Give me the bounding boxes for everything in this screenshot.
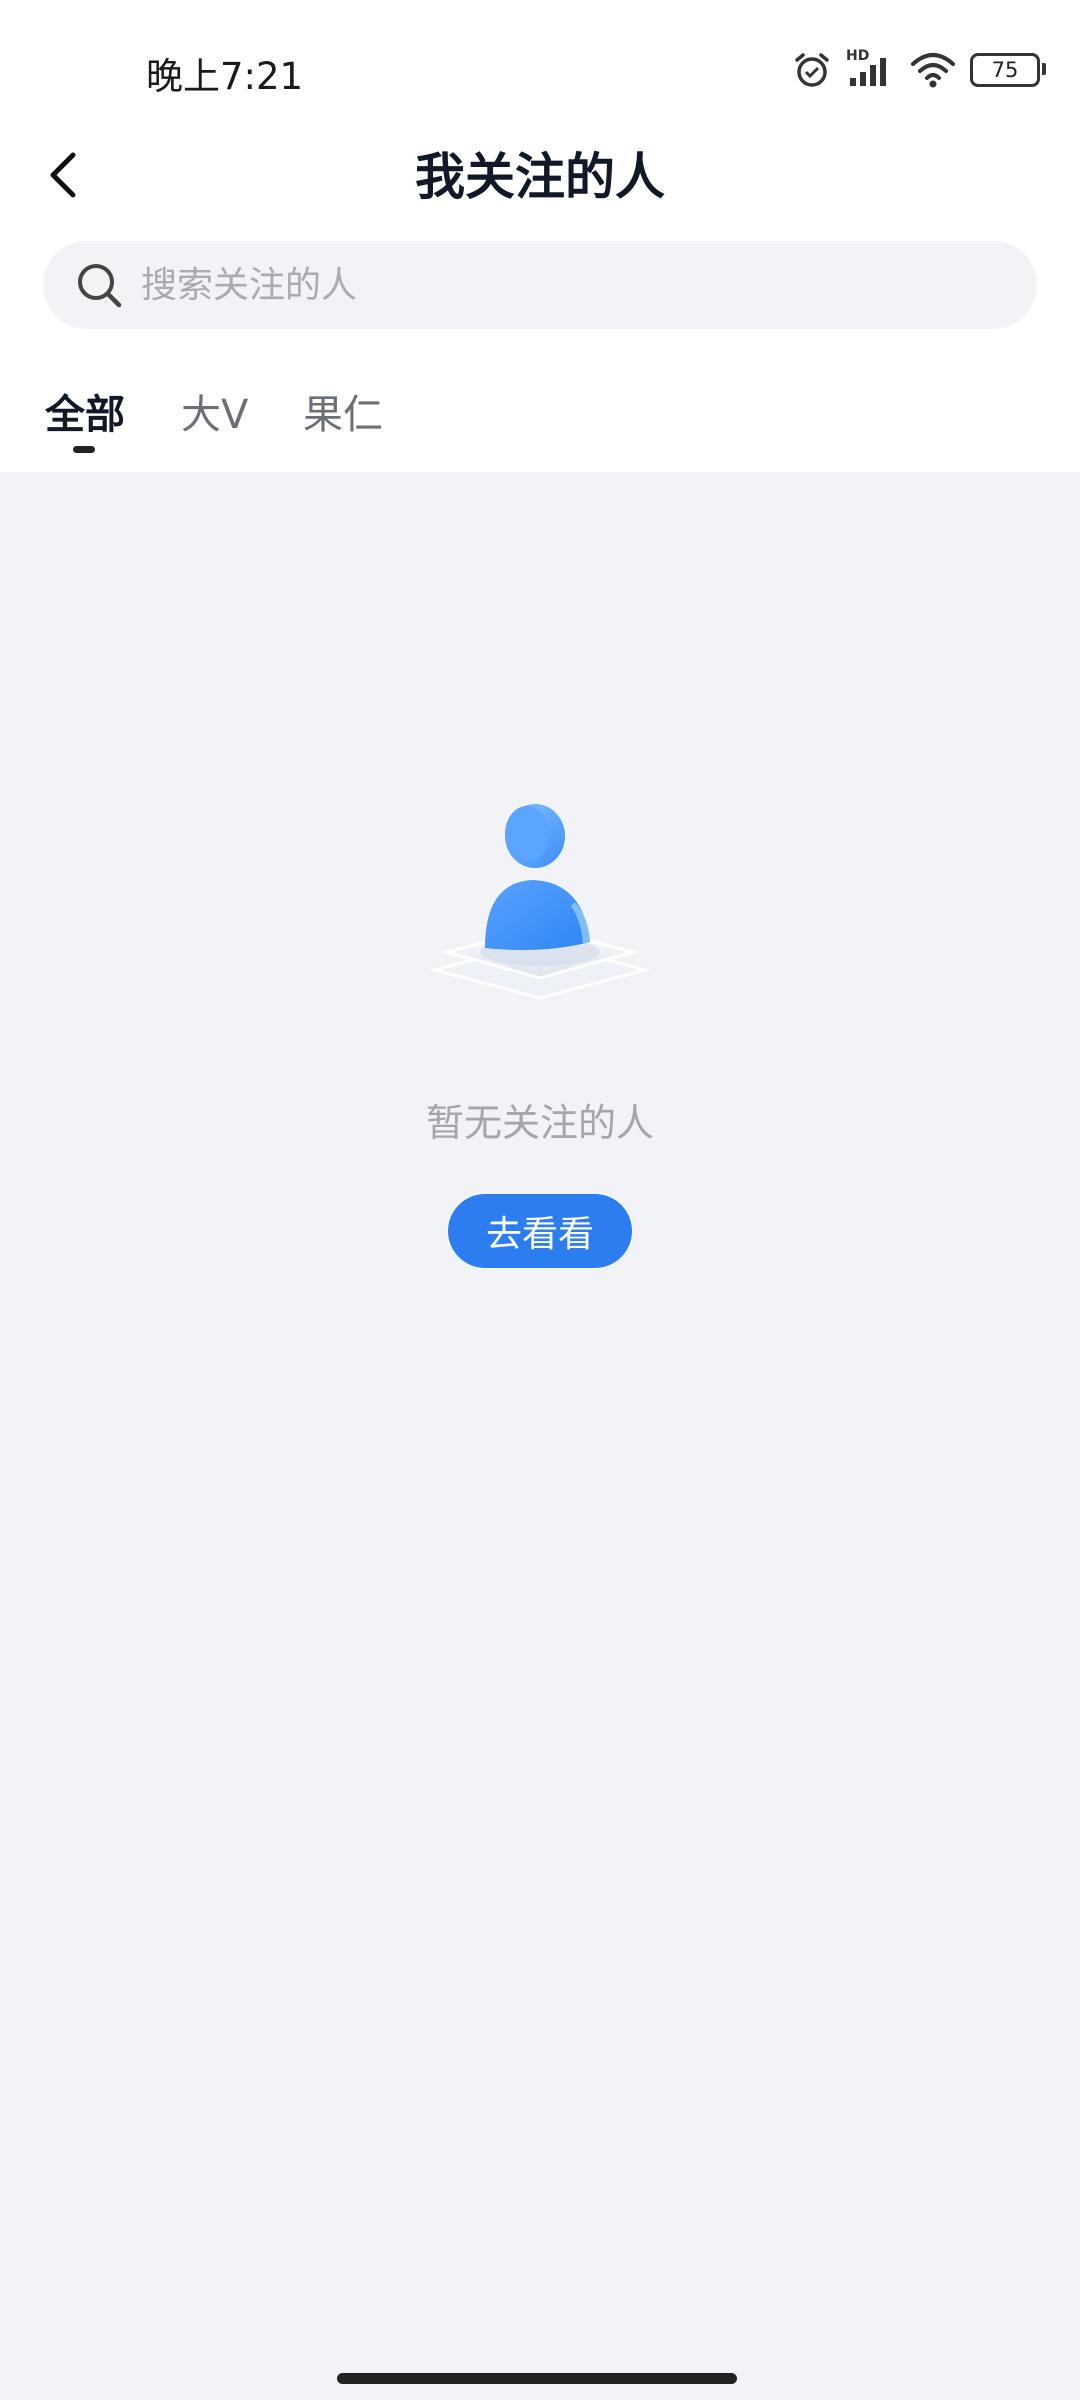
tab-guoren[interactable]: 果仁 <box>303 382 383 440</box>
tab-bar: 全部 大V 果仁 <box>0 340 1080 472</box>
person-placeholder-icon <box>429 804 651 1000</box>
search-icon <box>75 261 123 309</box>
signal-icon: HD <box>846 48 896 90</box>
battery-level: 75 <box>991 58 1019 82</box>
tab-big-v[interactable]: 大V <box>181 382 248 440</box>
tab-all[interactable]: 全部 <box>45 382 125 440</box>
status-bar: 晚上7:21 HD 75 <box>0 0 1080 135</box>
status-icons: HD 75 <box>792 48 1046 92</box>
active-tab-indicator <box>73 446 95 453</box>
browse-button[interactable]: 去看看 <box>448 1194 632 1268</box>
search-input[interactable] <box>139 263 1003 307</box>
empty-message: 暂无关注的人 <box>425 1101 654 1145</box>
page-title: 我关注的人 <box>415 148 665 206</box>
alarm-icon <box>795 53 829 87</box>
search-section <box>0 230 1080 340</box>
content-area: 暂无关注的人 去看看 <box>0 472 1080 2352</box>
status-time: 晚上7:21 <box>146 55 304 98</box>
header: 我关注的人 <box>0 125 1080 230</box>
wifi-icon <box>911 53 955 88</box>
battery-icon: 75 <box>970 53 1046 87</box>
home-indicator[interactable] <box>337 2373 737 2384</box>
search-bar[interactable] <box>43 241 1037 329</box>
